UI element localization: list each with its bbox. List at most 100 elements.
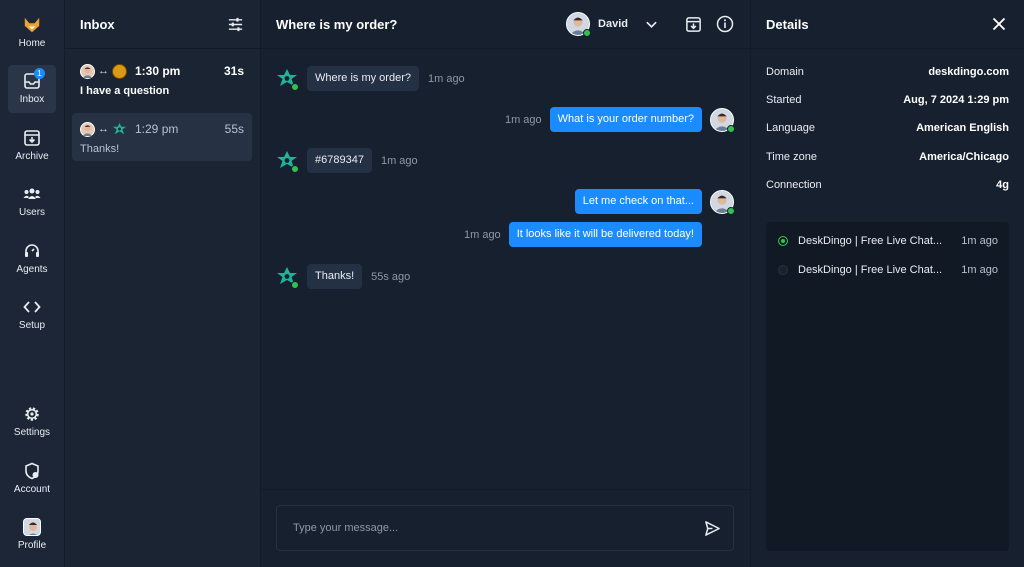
message-input[interactable]: [293, 522, 703, 534]
message-bubble: It looks like it will be delivered today…: [508, 222, 702, 247]
nav-account-label: Account: [13, 484, 51, 495]
bot-avatar-icon: [276, 266, 299, 289]
main-nav: Home 1 Inbox Archive Users Agents Setup …: [0, 0, 65, 567]
chat-message: 1m ago What is your order number?: [504, 107, 735, 133]
gear-icon: [25, 407, 39, 421]
nav-setup-label: Setup: [18, 320, 46, 331]
nav-inbox[interactable]: 1 Inbox: [8, 65, 56, 113]
detail-value: deskdingo.com: [928, 66, 1009, 78]
nav-settings[interactable]: Settings: [8, 398, 56, 446]
details-panel: Details Domain deskdingo.com Started Aug…: [751, 0, 1024, 567]
nav-archive-label: Archive: [15, 151, 49, 162]
conversation-preview: Thanks!: [80, 143, 120, 155]
online-status-dot: [727, 206, 735, 215]
online-status-dot: [291, 164, 299, 173]
conversation-time: 1:29 pm: [135, 122, 179, 136]
message-time: 1m ago: [504, 113, 542, 126]
nav-users[interactable]: Users: [8, 178, 56, 226]
detail-key: Connection: [766, 179, 822, 191]
details-title: Details: [766, 16, 809, 32]
agent-avatar: [710, 189, 735, 215]
nav-archive[interactable]: Archive: [8, 122, 56, 170]
chat-title: Where is my order?: [276, 16, 398, 32]
session-age: 1m ago: [961, 235, 998, 247]
chat-header: Where is my order? David: [261, 0, 750, 49]
online-status-dot: [291, 82, 299, 91]
nav-profile-label: Profile: [17, 540, 47, 551]
inbox-title: Inbox: [80, 16, 115, 32]
assigned-agent-avatar: [566, 12, 592, 37]
session-age: 1m ago: [961, 264, 998, 276]
archive-icon: [24, 130, 40, 146]
bot-avatar-icon: [276, 68, 299, 91]
assigned-agent-name: David: [598, 18, 628, 30]
transfer-arrow-icon: ↔: [98, 65, 109, 77]
send-icon[interactable]: [703, 519, 721, 537]
session-item[interactable]: DeskDingo | Free Live Chat... 1m ago: [778, 235, 998, 247]
session-active-dot: [778, 236, 788, 246]
agent-avatar: [80, 63, 95, 79]
message-bubble: Let me check on that...: [574, 189, 702, 214]
conversation-age: 31s: [223, 64, 244, 78]
detail-value: American English: [916, 122, 1009, 134]
details-header: Details: [751, 0, 1024, 49]
nav-users-label: Users: [18, 207, 46, 218]
online-status-dot: [727, 124, 735, 133]
detail-key: Started: [766, 94, 802, 106]
message-bubble: #6789347: [307, 148, 372, 173]
detail-key: Time zone: [766, 151, 817, 163]
conversation-time: 1:30 pm: [135, 64, 181, 78]
visitor-avatar: [112, 63, 127, 79]
session-item[interactable]: DeskDingo | Free Live Chat... 1m ago: [778, 264, 998, 276]
conversation-item[interactable]: ↔ 1:29 pm 55s Thanks!: [72, 113, 252, 161]
page-sessions-list: DeskDingo | Free Live Chat... 1m ago Des…: [766, 222, 1009, 551]
message-time: 1m ago: [463, 228, 501, 241]
fox-logo-icon: [24, 17, 40, 33]
conversation-age: 55s: [224, 122, 244, 136]
detail-value: 4g: [996, 179, 1009, 191]
conversation-preview: I have a question: [80, 85, 170, 97]
nav-inbox-label: Inbox: [19, 94, 45, 105]
nav-setup[interactable]: Setup: [8, 291, 56, 339]
detail-row-connection: Connection 4g: [766, 179, 1009, 191]
nav-home[interactable]: Home: [8, 9, 56, 57]
info-icon[interactable]: [716, 15, 734, 33]
code-icon: [23, 301, 41, 313]
conversation-item[interactable]: ↔ 1:30 pm 31s I have a question: [72, 55, 252, 103]
online-status-dot: [291, 280, 299, 289]
chevron-down-icon[interactable]: [642, 15, 660, 33]
users-icon: [23, 188, 41, 199]
nav-settings-label: Settings: [13, 427, 51, 438]
archive-conversation-icon[interactable]: [684, 15, 702, 33]
agent-avatar: [710, 107, 735, 133]
message-time: 1m ago: [427, 72, 465, 85]
session-inactive-dot: [778, 265, 788, 275]
filter-sliders-icon[interactable]: [226, 15, 244, 33]
detail-key: Domain: [766, 66, 804, 78]
session-page-title: DeskDingo | Free Live Chat...: [798, 235, 943, 247]
session-page-title: DeskDingo | Free Live Chat...: [798, 264, 943, 276]
profile-avatar: [23, 518, 41, 536]
bot-avatar-icon: [112, 122, 127, 137]
nav-agents-label: Agents: [16, 264, 48, 275]
message-bubble: Where is my order?: [307, 66, 419, 91]
detail-value: America/Chicago: [919, 151, 1009, 163]
detail-row-domain: Domain deskdingo.com: [766, 66, 1009, 78]
headset-icon: [25, 244, 39, 257]
nav-account[interactable]: Account: [8, 455, 56, 503]
shield-user-icon: [25, 462, 39, 480]
chat-message: Thanks! 55s ago: [276, 264, 410, 289]
nav-agents[interactable]: Agents: [8, 235, 56, 283]
close-icon[interactable]: [990, 15, 1008, 33]
bot-avatar-icon: [276, 150, 299, 173]
message-bubble: Thanks!: [307, 264, 363, 289]
detail-row-language: Language American English: [766, 122, 1009, 134]
nav-home-label: Home: [18, 38, 46, 49]
inbox-header: Inbox: [65, 0, 260, 49]
nav-profile[interactable]: Profile: [8, 511, 56, 559]
inbox-unread-badge: 1: [34, 68, 45, 79]
message-time: 55s ago: [371, 270, 411, 283]
detail-row-started: Started Aug, 7 2024 1:29 pm: [766, 94, 1009, 106]
detail-value: Aug, 7 2024 1:29 pm: [903, 94, 1009, 106]
agent-avatar: [80, 121, 95, 137]
